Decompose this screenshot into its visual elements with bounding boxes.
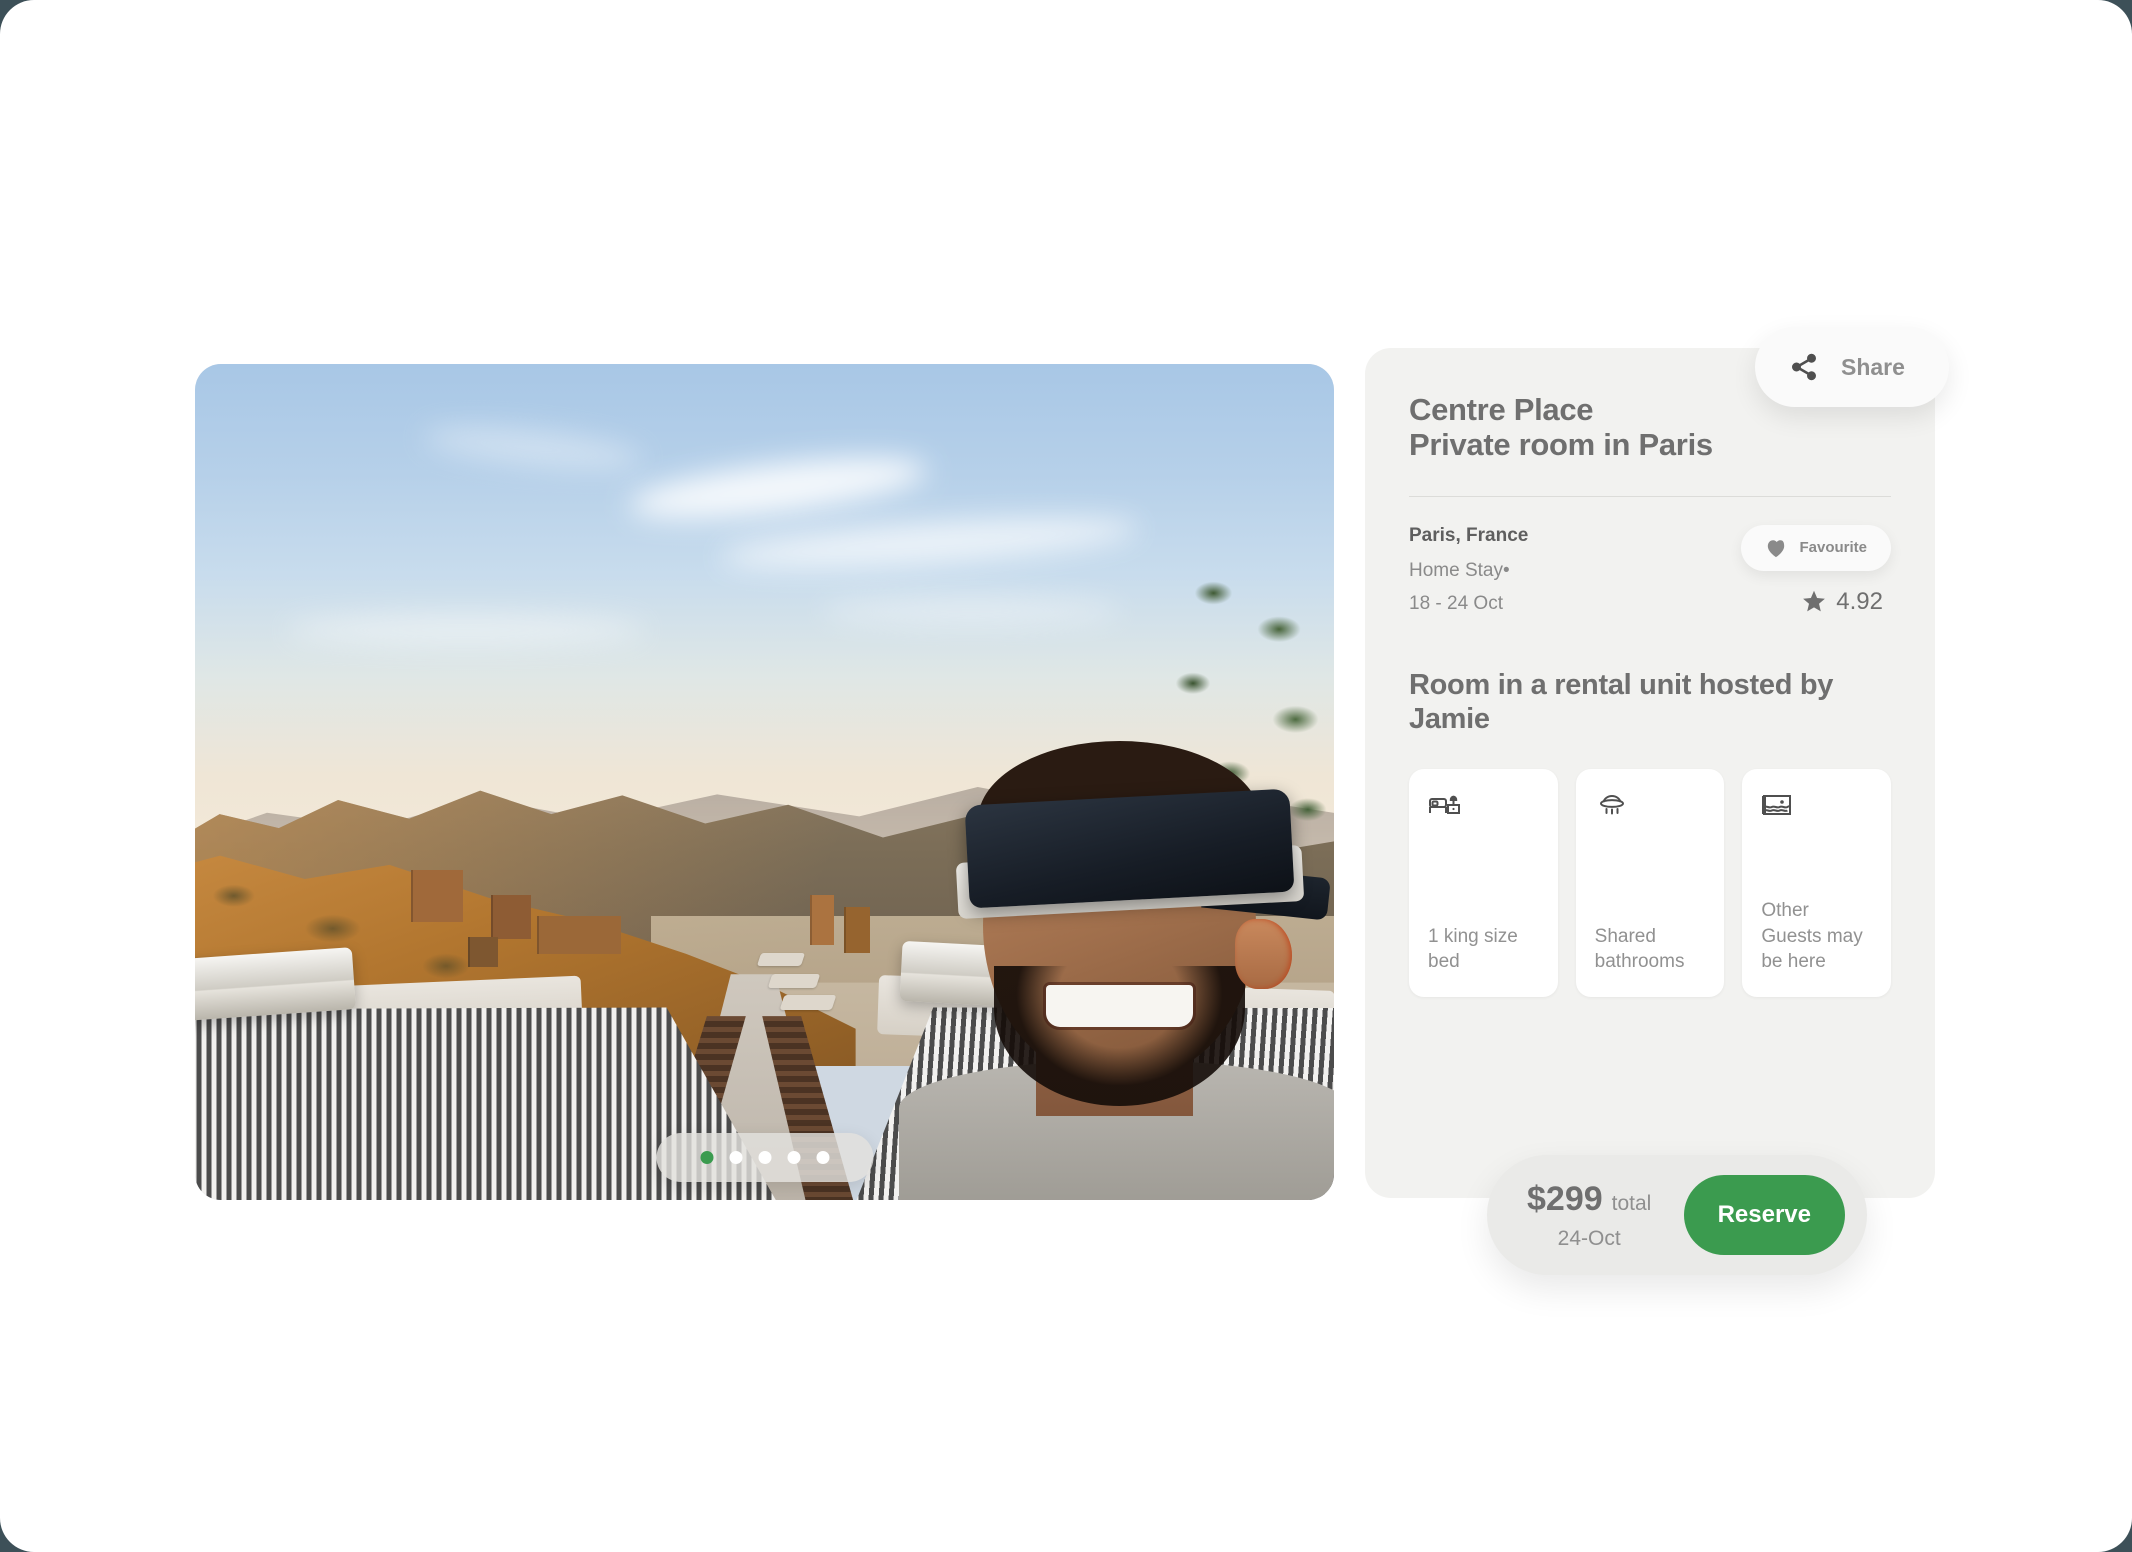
listing-meta-left: Paris, France Home Stay• 18 - 24 Oct: [1409, 525, 1528, 626]
listing-photo: [195, 364, 1334, 1200]
amenity-card-bed[interactable]: 1 king size bed: [1409, 769, 1558, 998]
listing-dates: 18 - 24 Oct: [1409, 592, 1503, 614]
cloud: [821, 598, 1122, 625]
amenity-card-bathroom[interactable]: Shared bathrooms: [1575, 769, 1725, 998]
amenities-list: 1 king size bed Shared bathrooms Other G…: [1409, 769, 1892, 998]
distant-building: [810, 894, 835, 945]
amenity-label: Shared bathrooms: [1594, 925, 1685, 973]
listing-meta-right: Favourite 4.92: [1741, 524, 1891, 626]
carousel-dot-4[interactable]: [787, 1151, 800, 1164]
amenity-card-other-guests[interactable]: Other Guests may be here: [1742, 769, 1892, 998]
ear: [1234, 919, 1293, 990]
favourite-label: Favourite: [1799, 539, 1867, 557]
star-icon: [1802, 590, 1826, 613]
price-amount: $299: [1527, 1179, 1603, 1218]
carousel-dot-1[interactable]: [700, 1151, 713, 1164]
share-button[interactable]: Share: [1755, 327, 1949, 407]
listing-title-line2: Private room in Paris: [1409, 427, 1713, 463]
carousel-dot-3[interactable]: [758, 1151, 771, 1164]
distant-lounger: [779, 995, 837, 1011]
listing-details-panel: Centre Place Private room in Paris Paris…: [1365, 348, 1935, 1198]
distant-building: [468, 936, 499, 967]
listing-location: Paris, France: [1409, 524, 1529, 546]
distant-lounger: [767, 974, 821, 989]
app-root: Centre Place Private room in Paris Paris…: [0, 0, 2132, 1552]
listing-meta: Paris, France Home Stay• 18 - 24 Oct Fav…: [1409, 524, 1891, 626]
distant-building: [491, 894, 532, 939]
distant-building: [844, 907, 871, 954]
amenity-label: 1 king size bed: [1428, 925, 1518, 973]
booking-bar: $299 total 24-Oct Reserve: [1487, 1155, 1867, 1275]
share-icon: [1789, 352, 1819, 382]
favourite-button[interactable]: Favourite: [1741, 524, 1891, 571]
booking-date: 24-Oct: [1557, 1226, 1621, 1250]
distant-lounger: [756, 953, 805, 967]
carousel-dots[interactable]: [656, 1133, 873, 1182]
price-unit: total: [1611, 1191, 1652, 1215]
amenity-label: Other Guests may be here: [1761, 900, 1863, 973]
window-icon: [1761, 791, 1872, 821]
heart-icon: [1765, 538, 1787, 558]
folded-towel: [195, 947, 356, 1022]
distant-building: [411, 869, 464, 922]
vr-headset-visor: [964, 788, 1295, 909]
share-label: Share: [1841, 353, 1905, 380]
price-line: $299 total: [1527, 1180, 1651, 1219]
divider: [1409, 495, 1891, 497]
rating: 4.92: [1802, 588, 1883, 616]
carousel-dot-2[interactable]: [729, 1151, 742, 1164]
carousel-dot-5[interactable]: [816, 1151, 829, 1164]
listing-photo-gallery[interactable]: [195, 364, 1334, 1200]
person-with-vr-headset: [878, 732, 1334, 1200]
bed-icon: [1428, 791, 1539, 821]
price-summary: $299 total 24-Oct: [1527, 1180, 1651, 1251]
rating-value: 4.92: [1836, 587, 1883, 615]
reserve-button[interactable]: Reserve: [1683, 1175, 1845, 1255]
listing-stay-type: Home Stay•: [1409, 559, 1510, 581]
shower-icon: [1595, 791, 1706, 821]
smiling-mouth: [1046, 984, 1193, 1027]
host-heading: Room in a rental unit hosted by Jamie: [1409, 668, 1834, 735]
distant-building: [536, 915, 621, 954]
cloud: [286, 614, 647, 645]
